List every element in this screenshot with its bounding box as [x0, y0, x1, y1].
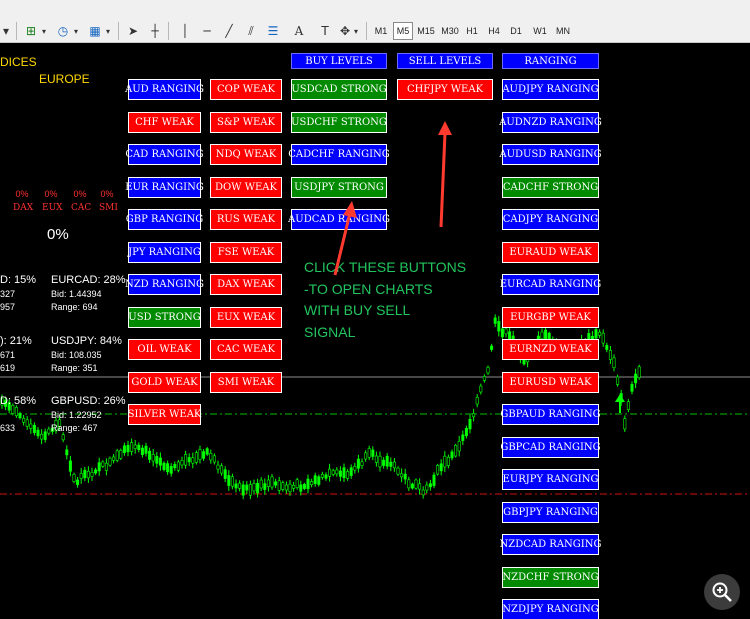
chevron-down-icon[interactable]: ▾: [104, 22, 112, 40]
annotation-arrows: [333, 121, 452, 276]
arrow-up-icon: [438, 121, 452, 228]
toolbar-separator: [366, 22, 367, 40]
cursor-icon[interactable]: ➤: [124, 22, 142, 40]
toolbar-separator: [16, 22, 17, 40]
toolbar-separator: [118, 22, 119, 40]
trendline-icon[interactable]: ╱: [220, 22, 238, 40]
timeframe-mn[interactable]: MN: [552, 22, 574, 40]
toolbar-grip-icon: ▾: [2, 24, 10, 38]
fibonacci-icon[interactable]: ☰: [264, 22, 282, 40]
timeframe-d1[interactable]: D1: [506, 22, 526, 40]
clock-icon[interactable]: ◷: [54, 22, 72, 40]
timeframe-h4[interactable]: H4: [484, 22, 504, 40]
timeframe-h1[interactable]: H1: [462, 22, 482, 40]
chart-area[interactable]: DICES EUROPE 0% 0% 0% 0% DAX EUX CAC SMI…: [0, 43, 750, 619]
vertical-line-icon[interactable]: │: [176, 22, 194, 40]
chevron-down-icon[interactable]: ▾: [40, 22, 48, 40]
text-label-icon[interactable]: T: [316, 22, 334, 40]
template-icon[interactable]: ▦: [86, 22, 104, 40]
new-chart-icon[interactable]: ⊞: [22, 22, 40, 40]
channel-icon[interactable]: ⫽: [242, 22, 260, 40]
chevron-down-icon[interactable]: ▾: [72, 22, 80, 40]
arrow-up-icon: [333, 201, 357, 276]
timeframe-m5[interactable]: M5: [393, 22, 413, 40]
timeframe-m30[interactable]: M30: [438, 22, 462, 40]
timeframe-m15[interactable]: M15: [414, 22, 438, 40]
timeframe-w1[interactable]: W1: [529, 22, 551, 40]
chevron-down-icon[interactable]: ▾: [352, 22, 360, 40]
zoom-in-icon[interactable]: [704, 574, 740, 610]
horizontal-line-icon[interactable]: ─: [198, 22, 216, 40]
crosshair-icon[interactable]: ┼: [146, 22, 164, 40]
timeframe-m1[interactable]: M1: [370, 22, 392, 40]
toolbar-separator: [168, 22, 169, 40]
text-icon[interactable]: A: [290, 22, 308, 40]
toolbar: ▾ ⊞ ▾ ◷ ▾ ▦ ▾ ➤ ┼ │ ─ ╱ ⫽ ☰ A T ✥ ▾ M1 M…: [0, 0, 750, 43]
